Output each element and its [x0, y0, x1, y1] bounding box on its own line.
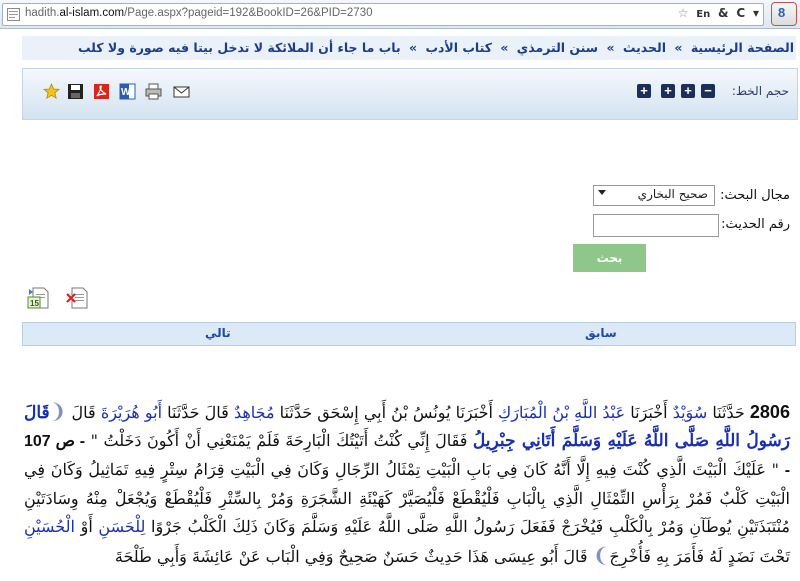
google-toolbar-badge[interactable]: 8 [771, 2, 797, 26]
hadith-number-label: رقم الحديث: [721, 217, 790, 232]
hadith-text-segment: حَدَّثَنَا [712, 403, 745, 422]
narrator-link[interactable]: سُوَيْدٌ [673, 403, 708, 422]
font-size-label: حجم الخط: [731, 84, 789, 98]
breadcrumb-book[interactable]: سنن الترمذي [517, 40, 598, 55]
breadcrumb-sep: » [674, 40, 683, 55]
font-decrease-button[interactable]: − [701, 84, 715, 98]
email-icon[interactable] [173, 83, 190, 100]
search-field-value: صحيح البخاري [637, 187, 708, 201]
url-field[interactable]: hadith.al-islam.com/Page.aspx?pageid=192… [2, 3, 764, 26]
open-bracket-icon: ❨ [49, 399, 67, 423]
hadith-text-segment: أَخْبَرَنَا يُونُسُ بْنُ أَبِي إِسْحَق ح… [279, 403, 493, 422]
breadcrumb-chapter[interactable]: كتاب الأدب [425, 40, 492, 55]
search-button[interactable]: بحث [573, 244, 646, 272]
hadith-text-segment: فَقَالَ إِنِّي كُنْتُ أَتَيْتُكَ الْبَار… [90, 431, 468, 450]
url-text: hadith.al-islam.com/Page.aspx?pageid=192… [25, 7, 373, 19]
prev-link[interactable]: سابق [585, 326, 617, 340]
font-increase-button[interactable]: + [661, 84, 675, 98]
bookmark-star-icon[interactable]: ☆ [678, 6, 689, 20]
breadcrumb-home[interactable]: الصفحة الرئيسية [691, 40, 794, 55]
breadcrumb-sep: » [409, 40, 418, 55]
hadith-text: 2806 حَدَّثَنَا سُوَيْدٌ أَخْبَرَنَا عَب… [24, 397, 790, 571]
font-increase-button[interactable]: + [681, 84, 695, 98]
svg-text:15: 15 [30, 299, 39, 308]
breadcrumb-sep: » [606, 40, 615, 55]
remove-page-icon[interactable] [66, 286, 88, 310]
prev-next-bar: سابق تالي [22, 322, 796, 346]
narrator-link[interactable]: لِلْحَسَنِ [98, 517, 145, 536]
hadith-text-segment: تَحْتَ نَضَدٍ لَهُ فَأَمَرَ بِهِ فَأُخْر… [609, 547, 790, 566]
save-icon[interactable] [67, 83, 84, 100]
pdf-icon[interactable] [93, 83, 110, 100]
print-icon[interactable] [145, 83, 162, 100]
hadith-text-segment: قَالَ حَدَّثَنَا [167, 403, 229, 422]
svg-text:W: W [121, 87, 131, 98]
dropdown-arrow-icon[interactable]: ▾ [753, 6, 759, 20]
hadith-commentary: قَالَ أَبُو عِيسَى هَذَا حَدِيثٌ حَسَنٌ … [114, 547, 588, 566]
narrator-link[interactable]: أَبُو هُرَيْرَةَ [101, 403, 162, 422]
favorite-star-icon[interactable] [43, 83, 60, 100]
translate-icon[interactable]: En [696, 9, 710, 20]
narrator-link[interactable]: مُجَاهِدٌ [234, 403, 275, 422]
word-icon[interactable]: W [119, 83, 136, 100]
breadcrumb-hadith[interactable]: الحديث [623, 40, 666, 55]
hadith-text-segment: قَالَ [71, 403, 96, 422]
hadith-text-segment: أَخْبَرَنَا [630, 403, 668, 422]
browser-address-bar: hadith.al-islam.com/Page.aspx?pageid=192… [0, 0, 800, 29]
reader-icon[interactable]: & [718, 6, 728, 20]
next-link[interactable]: تالي [205, 326, 231, 340]
chevron-down-icon [598, 190, 606, 195]
hadith-text-segment: أَوْ [80, 517, 93, 536]
reload-icon[interactable]: C [736, 6, 745, 20]
search-field-label: مجال البحث: [720, 188, 790, 203]
narrator-link[interactable]: عَبْدُ اللَّهِ بْنُ الْمُبَارَكِ [498, 403, 625, 422]
breadcrumb-section[interactable]: باب ما جاء أن الملائكة لا تدخل بيتا فيه … [78, 40, 401, 55]
search-field-select[interactable]: صحيح البخاري [593, 185, 715, 206]
hadith-number: 2806 [749, 402, 790, 422]
page-toolbar: حجم الخط: − + + + W [22, 68, 798, 120]
add-page-icon[interactable]: 15 [27, 286, 49, 310]
breadcrumb-sep: » [500, 40, 509, 55]
font-increase-button[interactable]: + [637, 84, 651, 98]
narrator-link[interactable]: الْحُسَيْنِ [24, 517, 75, 536]
close-bracket-icon: ❩ [592, 543, 610, 567]
address-bar-icons: ☆ En & C ▾ [674, 6, 759, 20]
hadith-number-input[interactable] [593, 214, 719, 237]
breadcrumb: الصفحة الرئيسية » الحديث » سنن الترمذي »… [22, 36, 796, 60]
site-favicon [7, 8, 20, 21]
